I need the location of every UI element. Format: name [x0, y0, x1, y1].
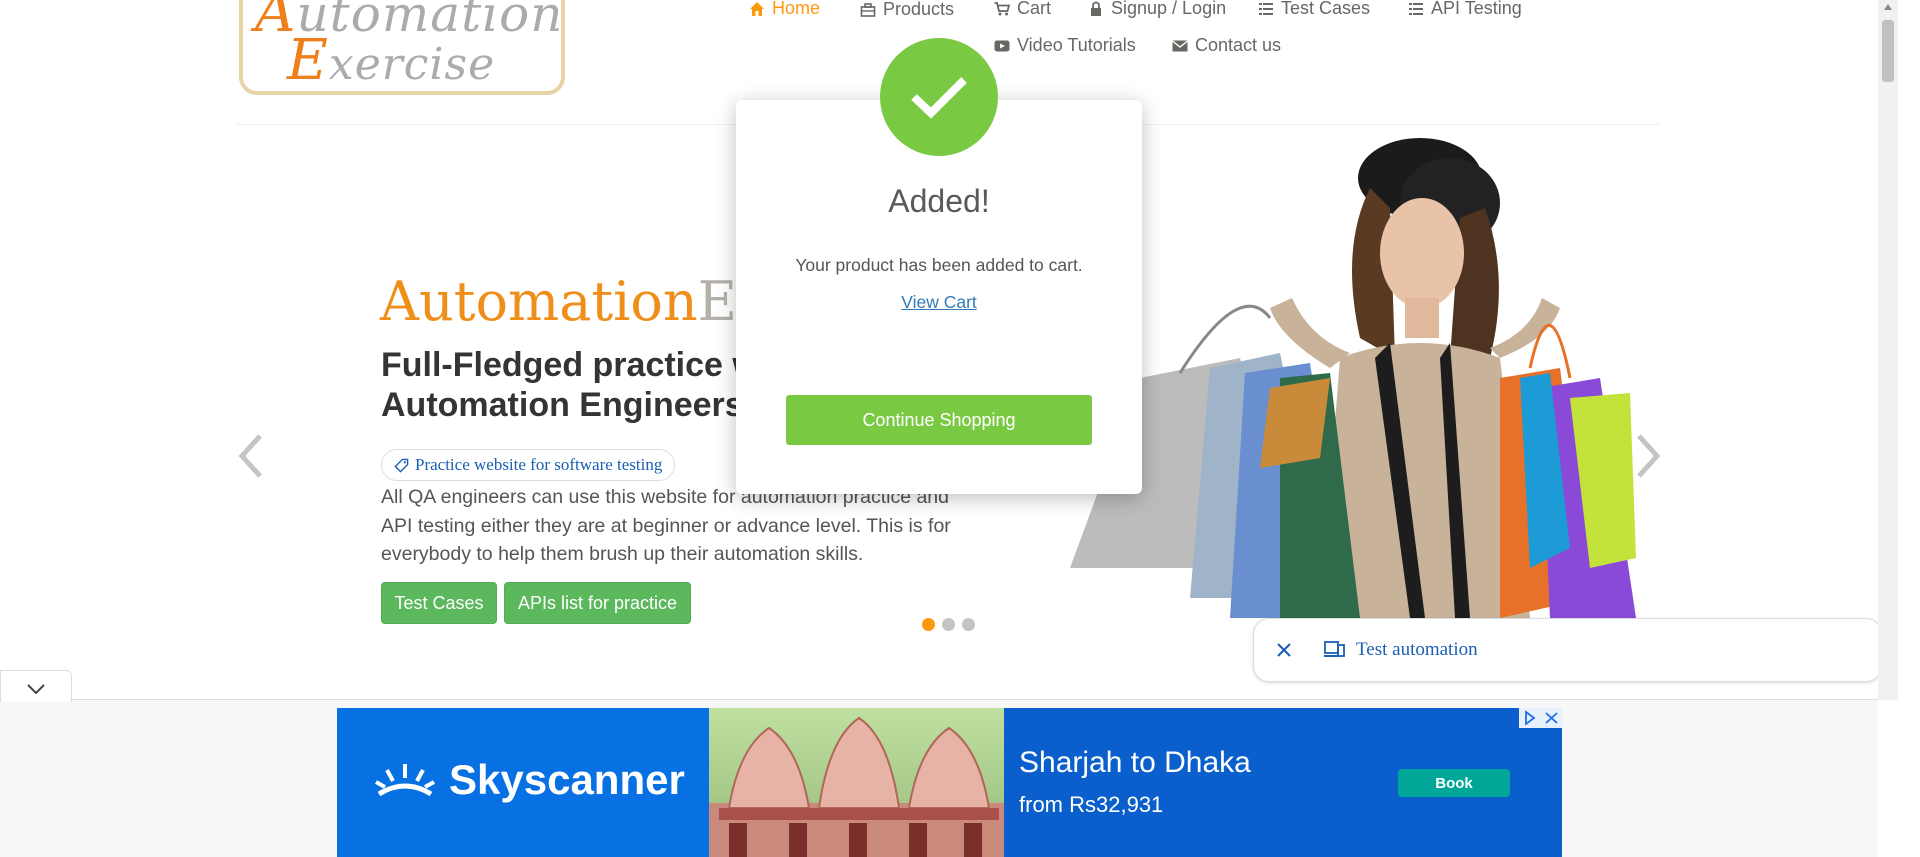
success-check-icon: [880, 38, 998, 156]
ad-close-icon[interactable]: [1541, 708, 1562, 728]
ad-photo: [709, 708, 1004, 857]
test-automation-chip[interactable]: Test automation: [1253, 618, 1878, 682]
nav-signup-login[interactable]: Signup / Login: [1088, 0, 1226, 19]
sunrise-icon: [375, 764, 435, 797]
carousel-dot[interactable]: [942, 618, 955, 631]
ad-book-button[interactable]: Book: [1398, 769, 1510, 797]
envelope-icon: [1172, 39, 1188, 51]
collapse-ad-tab[interactable]: [0, 670, 72, 702]
ad-choices[interactable]: [1519, 708, 1562, 728]
scrollbar[interactable]: [1878, 0, 1898, 700]
devices-icon: [1324, 641, 1345, 657]
carousel-prev-icon[interactable]: [236, 432, 266, 480]
carousel-dot[interactable]: [962, 618, 975, 631]
ad-brand: Skyscanner: [373, 756, 685, 804]
lock-icon: [1091, 1, 1101, 16]
youtube-icon: [994, 40, 1010, 51]
carousel-dot[interactable]: [922, 618, 935, 631]
adchoices-icon[interactable]: [1519, 708, 1541, 728]
page: Automation Exercise Home Products Cart S…: [0, 0, 1878, 857]
tag-icon: [394, 458, 409, 473]
nav-test-cases[interactable]: Test Cases: [1258, 0, 1370, 19]
modal-message: Your product has been added to cart.: [795, 255, 1083, 275]
list-icon: [1409, 2, 1423, 15]
carousel-indicators: [922, 618, 975, 631]
products-icon: [860, 2, 876, 17]
home-icon: [750, 1, 764, 16]
site-logo[interactable]: Automation Exercise: [239, 0, 565, 95]
nav-video-tutorials[interactable]: Video Tutorials: [994, 35, 1136, 56]
nav-api-testing[interactable]: API Testing: [1408, 0, 1522, 19]
nav-contact-us[interactable]: Contact us: [1172, 35, 1281, 56]
view-cart-link[interactable]: View Cart: [736, 292, 1142, 313]
cart-icon: [994, 1, 1010, 15]
ad-headline: Sharjah to Dhaka: [1019, 746, 1251, 779]
practice-tag: Practice website for software testing: [381, 449, 676, 481]
list-icon: [1259, 2, 1273, 15]
scroll-up-icon[interactable]: [1884, 4, 1892, 10]
nav-home[interactable]: Home: [749, 0, 820, 19]
close-icon[interactable]: [1274, 640, 1294, 660]
ad-price: from Rs32,931: [1019, 792, 1164, 817]
continue-shopping-button[interactable]: Continue Shopping: [786, 395, 1092, 445]
test-cases-button[interactable]: Test Cases: [381, 582, 497, 624]
nav-products[interactable]: Products: [860, 0, 954, 20]
apis-list-button[interactable]: APIs list for practice: [504, 582, 691, 624]
hero-description: All QA engineers can use this website fo…: [381, 486, 951, 565]
chevron-down-icon: [27, 684, 45, 695]
modal-title: Added!: [888, 183, 990, 219]
scrollbar-thumb[interactable]: [1882, 20, 1894, 82]
skyscanner-ad[interactable]: Skyscanner Sharjah to Dhaka from Rs32,93…: [337, 708, 1562, 857]
carousel-next-icon[interactable]: [1633, 432, 1663, 480]
nav-cart[interactable]: Cart: [994, 0, 1051, 19]
